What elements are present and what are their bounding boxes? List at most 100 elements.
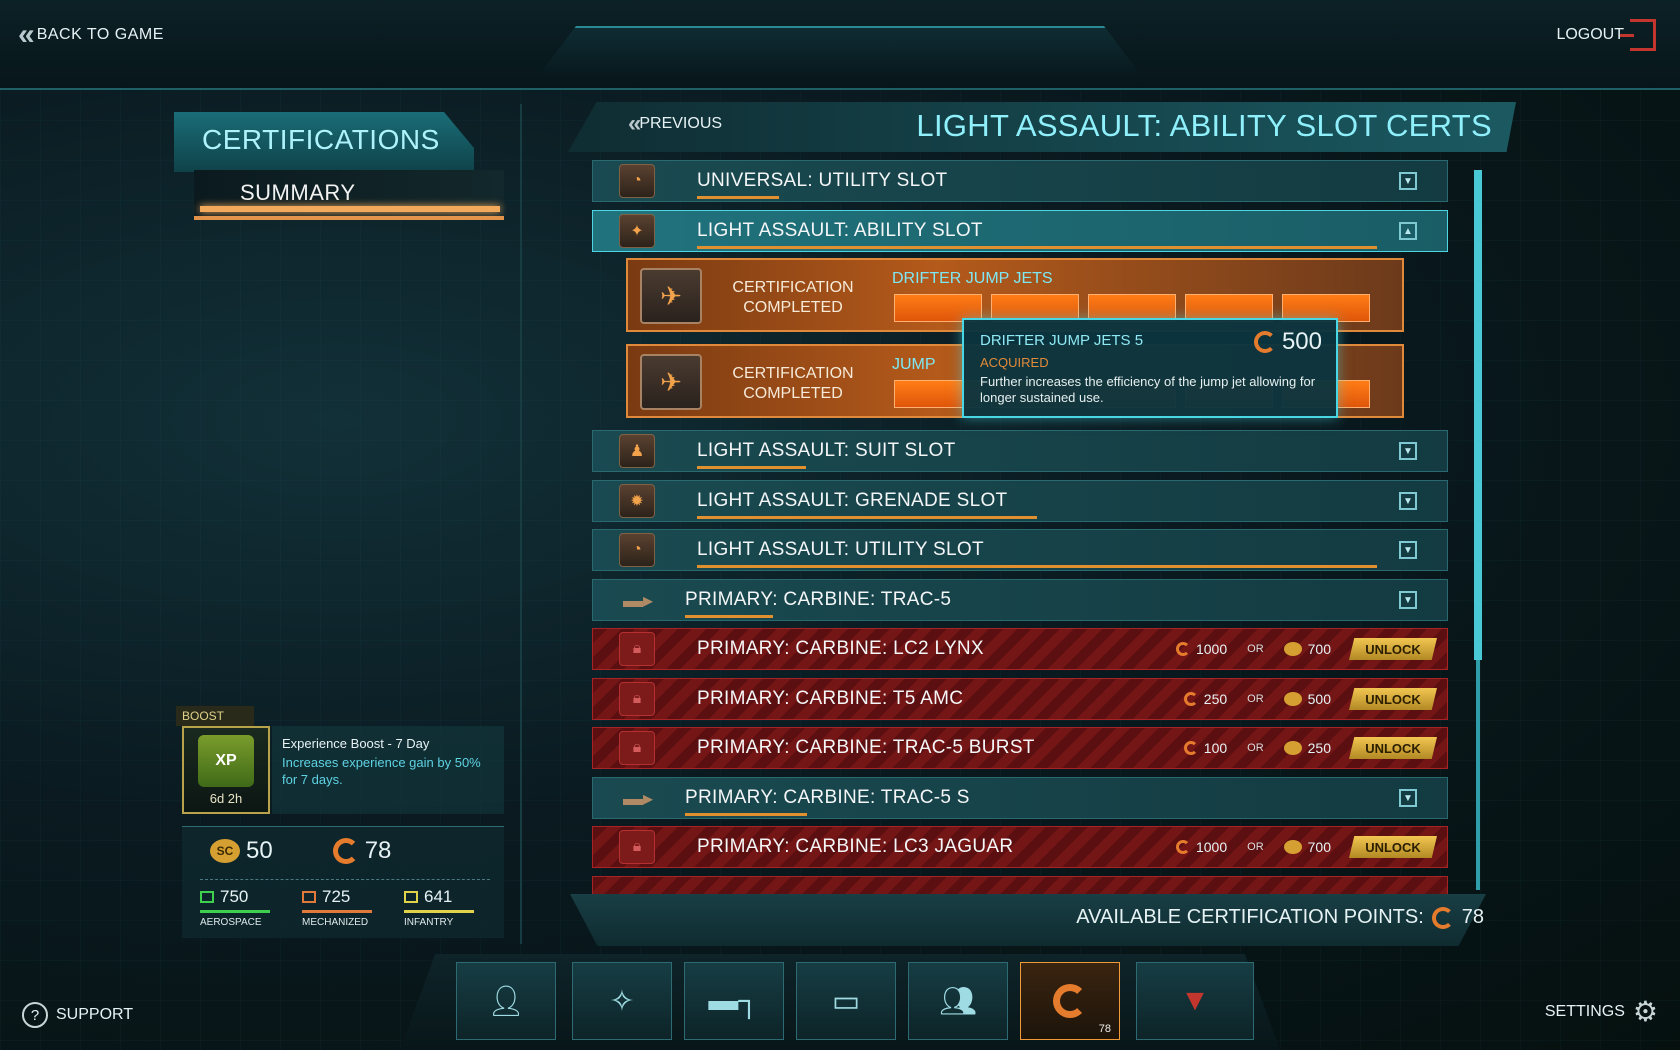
cert-row-universal-utility[interactable]: ◔ UNIVERSAL: UTILITY SLOT ▼ <box>592 160 1448 202</box>
drifter-jets-icon: ✈ <box>640 268 702 324</box>
expand-toggle-icon[interactable]: ▼ <box>1399 541 1417 559</box>
unlock-button[interactable]: UNLOCK <box>1349 638 1437 660</box>
row-progress-bar <box>685 813 807 816</box>
cert-row-trac-5[interactable]: ▬▸ PRIMARY: CARBINE: TRAC-5 ▼ <box>592 579 1448 621</box>
or-label: OR <box>1247 841 1264 853</box>
cert-status: CERTIFICATION COMPLETED <box>732 279 854 316</box>
cert-point-icon <box>1175 840 1190 854</box>
tooltip-description: Further increases the efficiency of the … <box>980 374 1316 405</box>
lock-icon: 🔒︎ <box>619 731 655 765</box>
panel-divider <box>520 104 522 944</box>
station-cash-icon: SC <box>210 839 240 863</box>
cert-row-ability-slot[interactable]: ✦ LIGHT ASSAULT: ABILITY SLOT ▲ <box>592 210 1448 252</box>
cert-point-icon <box>1253 331 1276 353</box>
cert-row-grenade-slot[interactable]: ✹ LIGHT ASSAULT: GRENADE SLOT ▼ <box>592 480 1448 522</box>
collapse-toggle-icon[interactable]: ▲ <box>1399 222 1417 240</box>
station-cash-icon <box>1283 642 1302 656</box>
double-chevron-left-icon: « <box>18 18 35 51</box>
nav-loadouts[interactable]: ▬┐ <box>684 962 784 1040</box>
sc-price: 700 <box>1307 641 1331 657</box>
cert-row-lc3-jaguar[interactable]: 🔒︎ PRIMARY: CARBINE: LC3 JAGUAR 1000 OR … <box>592 826 1448 868</box>
jump-jets-icon: ✈ <box>640 354 702 410</box>
resources-panel: SC 50 78 750 AEROSPACE 725 MECHANIZED 64… <box>182 826 504 938</box>
resource-value: 750 <box>220 887 249 906</box>
unlock-price: 250 OR 500 UNLOCK <box>1183 688 1437 710</box>
top-center-plate <box>540 26 1140 74</box>
cert-row-lc2-lynx[interactable]: 🔒︎ PRIMARY: CARBINE: LC2 LYNX 1000 OR 70… <box>592 628 1448 670</box>
back-label: BACK TO GAME <box>36 26 164 43</box>
expand-toggle-icon[interactable]: ▼ <box>1399 492 1417 510</box>
row-progress-bar <box>697 516 1037 519</box>
resource-mechanized: 725 MECHANIZED <box>302 887 382 928</box>
cert-row-la-utility-slot[interactable]: ◔ LIGHT ASSAULT: UTILITY SLOT ▼ <box>592 529 1448 571</box>
boost-text: Increases experience gain by 50% for 7 d… <box>282 755 481 787</box>
row-progress-bar <box>697 466 806 469</box>
mechanized-icon <box>302 891 316 903</box>
nav-profile[interactable]: 👤︎ <box>456 962 556 1040</box>
lock-icon: 🔒︎ <box>619 830 655 864</box>
nav-vehicles[interactable]: ▭ <box>796 962 896 1040</box>
resources-divider <box>200 879 490 880</box>
row-progress-bar <box>697 246 1377 249</box>
resource-infantry: 641 INFANTRY <box>404 887 484 928</box>
lock-icon: 🔒︎ <box>619 682 655 716</box>
cert-point-icon <box>1183 692 1198 706</box>
settings-label: SETTINGS <box>1544 1003 1625 1020</box>
support-button[interactable]: ? SUPPORT <box>22 1002 133 1028</box>
nav-faction[interactable]: ▼ <box>1136 962 1254 1040</box>
cert-row-suit-slot[interactable]: ♟ LIGHT ASSAULT: SUIT SLOT ▼ <box>592 430 1448 472</box>
cert-price: 100 <box>1203 740 1228 756</box>
row-label: PRIMARY: CARBINE: T5 AMC <box>697 688 964 709</box>
resource-value: 725 <box>322 887 351 906</box>
logout-button[interactable]: LOGOUT <box>1556 18 1656 52</box>
tab-certifications[interactable]: CERTIFICATIONS <box>174 112 474 172</box>
unlock-button[interactable]: UNLOCK <box>1349 737 1437 759</box>
boost-description-panel: Experience Boost - 7 Day Increases exper… <box>272 726 504 814</box>
logout-icon <box>1620 19 1656 51</box>
row-label: PRIMARY: CARBINE: LC2 LYNX <box>697 638 984 659</box>
tab-summary[interactable]: SUMMARY <box>194 170 504 220</box>
gear-icon: ⚙ <box>1632 996 1658 1027</box>
cert-row-partial[interactable] <box>592 876 1448 894</box>
boost-item[interactable]: XP 6d 2h <box>182 726 270 814</box>
nav-certifications[interactable]: 78 <box>1020 962 1120 1040</box>
profile-icon: 👤︎ <box>486 984 526 1018</box>
previous-label: PREVIOUS <box>639 115 723 132</box>
unlock-button[interactable]: UNLOCK <box>1349 688 1437 710</box>
lock-icon: 🔒︎ <box>619 632 655 666</box>
tank-icon: ▭ <box>831 984 861 1018</box>
cert-row-trac-5-burst[interactable]: 🔒︎ PRIMARY: CARBINE: TRAC-5 BURST 100 OR… <box>592 727 1448 769</box>
resource-label: MECHANIZED <box>302 917 369 928</box>
nav-squad[interactable]: 👥︎ <box>908 962 1008 1040</box>
unlock-button[interactable]: UNLOCK <box>1349 836 1437 858</box>
row-label: LIGHT ASSAULT: GRENADE SLOT <box>697 490 1008 511</box>
cert-row-trac-5-s[interactable]: ▬▸ PRIMARY: CARBINE: TRAC-5 S ▼ <box>592 777 1448 819</box>
previous-button[interactable]: « PREVIOUS <box>628 112 723 136</box>
row-label: PRIMARY: CARBINE: TRAC-5 S <box>685 787 970 808</box>
station-cash-value: 50 <box>246 837 273 864</box>
squad-icon: 👥︎ <box>938 984 978 1018</box>
row-label: UNIVERSAL: UTILITY SLOT <box>697 170 948 191</box>
scrollbar-thumb[interactable] <box>1474 170 1482 660</box>
cert-row-t5-amc[interactable]: 🔒︎ PRIMARY: CARBINE: T5 AMC 250 OR 500 U… <box>592 678 1448 720</box>
row-progress-bar <box>697 196 779 199</box>
cert-point-icon <box>1175 642 1190 656</box>
expand-toggle-icon[interactable]: ▼ <box>1399 172 1417 190</box>
station-cash-icon <box>1283 840 1302 854</box>
nav-map[interactable]: ✧ <box>572 962 672 1040</box>
expand-toggle-icon[interactable]: ▼ <box>1399 789 1417 807</box>
resource-bar <box>302 910 372 913</box>
resource-label: AEROSPACE <box>200 917 262 928</box>
station-cash-icon <box>1283 692 1302 706</box>
back-to-game-button[interactable]: « BACK TO GAME <box>18 20 164 50</box>
settings-button[interactable]: SETTINGS ⚙ <box>1544 996 1658 1027</box>
row-progress-bar <box>697 565 1377 568</box>
page-title: LIGHT ASSAULT: ABILITY SLOT CERTS <box>916 108 1492 143</box>
expand-toggle-icon[interactable]: ▼ <box>1399 442 1417 460</box>
tooltip-cost-value: 500 <box>1281 328 1322 355</box>
expand-toggle-icon[interactable]: ▼ <box>1399 591 1417 609</box>
sc-price: 700 <box>1307 839 1331 855</box>
support-label: SUPPORT <box>56 1006 134 1023</box>
cert-point-icon <box>1431 906 1454 929</box>
unlock-price: 1000 OR 700 UNLOCK <box>1175 836 1437 858</box>
